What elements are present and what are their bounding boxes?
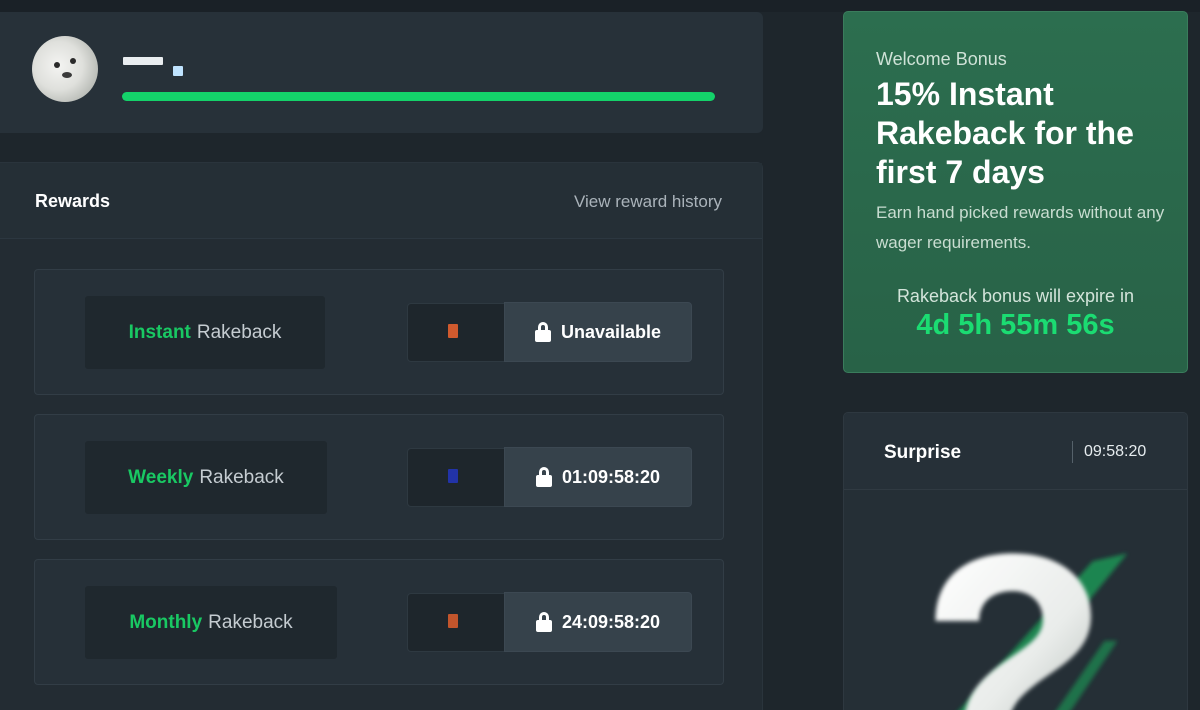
reward-name-accent: Weekly [128, 466, 194, 488]
claim-button[interactable]: Unavailable [504, 302, 692, 362]
lock-icon [534, 322, 551, 342]
reward-name: Weekly Rakeback [85, 441, 327, 514]
claim-button-label: Unavailable [560, 321, 662, 342]
welcome-bonus-card: Welcome Bonus 15% Instant Rakeback for t… [843, 11, 1188, 373]
bonus-kicker: Welcome Bonus [876, 49, 1007, 69]
claim-button-label: 24:09:58:20 [561, 611, 661, 632]
reward-row-monthly: Monthly Rakeback 24:09:58:20 [34, 559, 724, 685]
username-redacted [123, 57, 163, 65]
reward-row-instant: Instant Rakeback Unavailable [34, 269, 724, 395]
surprise-timer: 09:58:20 [1084, 443, 1147, 460]
reward-row-weekly: Weekly Rakeback 01:09:58:20 [34, 414, 724, 540]
reward-name-label: Rakeback [196, 321, 282, 343]
claim-button[interactable]: 24:09:58:20 [504, 592, 692, 652]
avatar-eye [54, 62, 60, 68]
reward-name: Instant Rakeback [85, 296, 325, 369]
bonus-expire-label: Rakeback bonus will expire in [896, 286, 1135, 306]
reward-name: Monthly Rakeback [85, 586, 337, 659]
level-progress-bar [122, 92, 715, 101]
reward-name-label: Rakeback [208, 611, 293, 633]
user-badge-icon [173, 66, 183, 76]
reward-icon-box [407, 448, 505, 507]
surprise-title: Surprise [884, 442, 962, 463]
rewards-title: Rewards [35, 191, 111, 211]
profile-card [0, 12, 763, 133]
reward-coin-icon [448, 469, 458, 483]
reward-icon-box [407, 303, 505, 362]
lock-icon [535, 467, 552, 487]
avatar[interactable] [32, 36, 98, 102]
reward-coin-icon [448, 614, 458, 628]
claim-button[interactable]: 01:09:58:20 [504, 447, 692, 507]
surprise-card: Surprise 09:58:20 [843, 412, 1188, 710]
rewards-header: Rewards View reward history [0, 163, 762, 239]
avatar-nose [62, 72, 72, 78]
view-reward-history-link[interactable]: View reward history [574, 192, 722, 212]
bonus-countdown: 4d 5h 55m 56s [916, 309, 1115, 341]
rewards-panel: Rewards View reward history Instant Rake… [0, 162, 763, 710]
surprise-question-mark-art [935, 553, 1128, 710]
reward-name-accent: Instant [128, 321, 191, 343]
lock-icon [535, 612, 552, 632]
reward-name-accent: Monthly [129, 611, 203, 633]
claim-button-label: 01:09:58:20 [561, 466, 661, 487]
avatar-eye [70, 58, 76, 64]
surprise-header: Surprise 09:58:20 [844, 413, 1187, 490]
divider [1072, 441, 1073, 463]
level-progress-fill [122, 92, 715, 101]
reward-name-label: Rakeback [199, 466, 284, 488]
reward-icon-box [407, 593, 505, 652]
bonus-title: 15% Instant Rakeback for the first 7 day… [876, 76, 1134, 190]
reward-coin-icon [448, 324, 458, 338]
bonus-description: Earn hand picked rewards without any wag… [876, 203, 1165, 252]
